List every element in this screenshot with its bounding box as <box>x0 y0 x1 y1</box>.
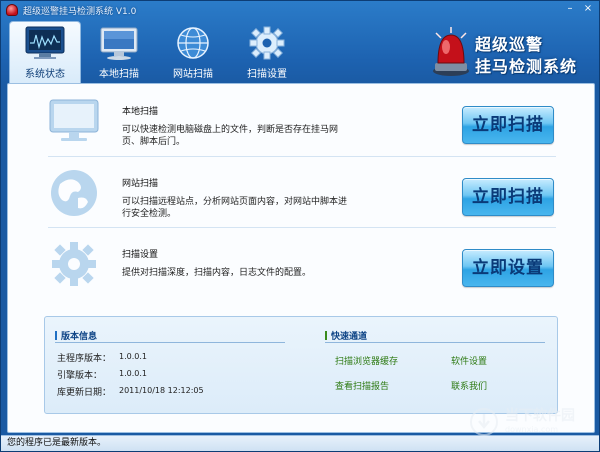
watermark: 当下软件园 downxia.com <box>469 405 595 445</box>
tab-scan-settings[interactable]: 扫描设置 <box>231 21 303 83</box>
view-scan-report-link[interactable]: 查看扫描报告 <box>335 379 389 392</box>
close-button[interactable]: × <box>581 3 595 15</box>
db-update-date-value: 2011/10/18 12:12:05 <box>119 386 204 395</box>
siren-logo-icon <box>6 4 18 16</box>
status-text: 您的程序已是最新版本。 <box>7 438 107 448</box>
monitor-chart-icon <box>25 26 65 59</box>
quick-links-title-text: 快速通道 <box>331 332 368 342</box>
software-settings-link[interactable]: 软件设置 <box>451 354 487 367</box>
quick-links-underline <box>325 342 545 343</box>
watermark-text: 当下软件园 <box>505 408 575 424</box>
scan-settings-section: 扫描设置 提供对扫描深度，扫描内容，日志文件的配置。 立即设置 <box>8 227 596 297</box>
local-scan-section: 本地扫描 可以快速检测电脑磁盘上的文件，判断是否存在挂马网 页、脚本后门。 立即… <box>8 84 596 154</box>
globe-icon <box>51 170 97 216</box>
tab-local-scan[interactable]: 本地扫描 <box>83 21 155 83</box>
section-marker <box>55 331 57 340</box>
tab-label: 本地扫描 <box>99 69 139 80</box>
section-title: 扫描设置 <box>122 250 159 260</box>
open-settings-button[interactable]: 立即设置 <box>462 249 554 287</box>
version-info-title-text: 版本信息 <box>61 332 98 342</box>
engine-version-label: 引擎版本： <box>57 371 103 381</box>
version-info-underline <box>55 342 285 343</box>
section-title: 本地扫描 <box>122 107 159 117</box>
watermark-subtext: downxia.com <box>505 425 559 434</box>
gear-icon <box>249 26 285 60</box>
section-desc-line1: 可以快速检测电脑磁盘上的文件，判断是否存在挂马网 <box>122 125 339 135</box>
main-version-label: 主程序版本： <box>57 354 112 364</box>
computer-monitor-icon <box>100 27 138 60</box>
monitor-icon <box>49 99 99 141</box>
tab-system-status[interactable]: 系统状态 <box>9 21 81 83</box>
siren-icon <box>433 27 469 76</box>
tab-label: 网站扫描 <box>173 69 213 80</box>
clear-browser-cache-link[interactable]: 扫描浏览器缓存 <box>335 354 398 367</box>
info-panel: 版本信息 主程序版本： 1.0.0.1 引擎版本： 1.0.0.1 库更新日期：… <box>44 316 558 414</box>
section-desc-line2: 行安全检测。 <box>122 209 177 219</box>
main-toolbar: 系统状态 本地扫描 网站扫描 扫描设置 <box>9 21 303 83</box>
brand-logo: 超级巡警 挂马检测系统 <box>431 23 591 79</box>
title-bar[interactable]: 超级巡警挂马检测系统 V1.0 – × <box>1 1 599 19</box>
gear-icon <box>52 242 96 286</box>
minimize-button[interactable]: – <box>563 3 577 15</box>
main-content-panel: 本地扫描 可以快速检测电脑磁盘上的文件，判断是否存在挂马网 页、脚本后门。 立即… <box>7 83 595 433</box>
quick-links-title: 快速通道 <box>325 329 367 342</box>
tab-website-scan[interactable]: 网站扫描 <box>157 21 229 83</box>
section-desc-line1: 可以扫描远程站点，分析网站页面内容，对网站中脚本进 <box>122 197 348 207</box>
version-info-title: 版本信息 <box>55 329 97 342</box>
brand-title-line2: 挂马检测系统 <box>475 57 578 76</box>
website-scan-section: 网站扫描 可以扫描远程站点，分析网站页面内容，对网站中脚本进 行安全检测。 立即… <box>8 156 596 226</box>
section-title: 网站扫描 <box>122 179 159 189</box>
db-update-date-label: 库更新日期： <box>57 388 112 398</box>
globe-icon <box>177 27 209 59</box>
brand-title-line1: 超级巡警 <box>475 35 544 54</box>
download-arrow-icon <box>470 408 498 436</box>
window-title: 超级巡警挂马检测系统 V1.0 <box>23 6 137 17</box>
app-window: 超级巡警挂马检测系统 V1.0 – × 系统状态 本地扫描 网站扫描 扫描设置 … <box>0 0 600 452</box>
contact-us-link[interactable]: 联系我们 <box>451 379 487 392</box>
tab-label: 扫描设置 <box>247 69 287 80</box>
engine-version-value: 1.0.0.1 <box>119 369 147 378</box>
main-version-value: 1.0.0.1 <box>119 352 147 361</box>
section-marker <box>325 331 327 340</box>
section-desc-line2: 页、脚本后门。 <box>122 137 186 147</box>
section-desc-line1: 提供对扫描深度，扫描内容，日志文件的配置。 <box>122 268 312 278</box>
tab-label: 系统状态 <box>25 69 65 80</box>
start-website-scan-button[interactable]: 立即扫描 <box>462 178 554 216</box>
start-local-scan-button[interactable]: 立即扫描 <box>462 106 554 144</box>
